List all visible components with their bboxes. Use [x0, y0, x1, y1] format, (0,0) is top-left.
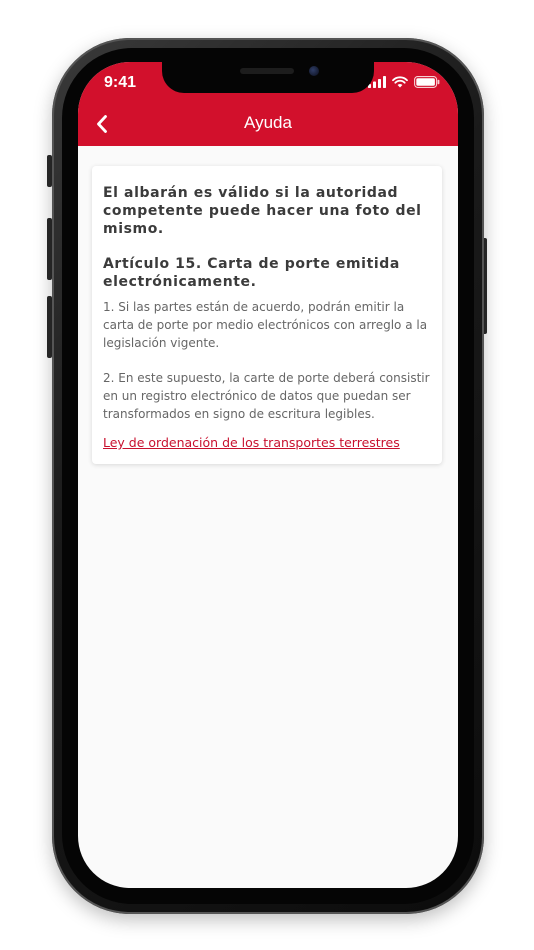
help-card: El albarán es válido si la autoridad com…: [92, 166, 442, 464]
battery-icon: [414, 76, 440, 88]
status-icons: [368, 76, 440, 88]
article-paragraph-2: 2. En este supuesto, la carte de porte d…: [103, 371, 430, 421]
page-title: Ayuda: [244, 113, 292, 132]
device-mockup: 9:41 Ayuda El albarán es válido si la au…: [0, 0, 534, 950]
article-paragraph-1: 1. Si las partes están de acuerdo, podrá…: [103, 300, 428, 350]
card-heading: El albarán es válido si la autoridad com…: [103, 185, 422, 237]
article-title: Artículo 15. Carta de porte emitida elec…: [103, 256, 400, 290]
front-camera: [309, 66, 319, 76]
wifi-icon: [392, 76, 408, 88]
app-screen: 9:41 Ayuda El albarán es válido si la au…: [78, 62, 458, 888]
law-link[interactable]: Ley de ordenación de los transportes ter…: [103, 434, 400, 452]
notch: [162, 62, 374, 93]
status-time: 9:41: [104, 74, 137, 91]
earpiece-speaker: [240, 68, 294, 74]
